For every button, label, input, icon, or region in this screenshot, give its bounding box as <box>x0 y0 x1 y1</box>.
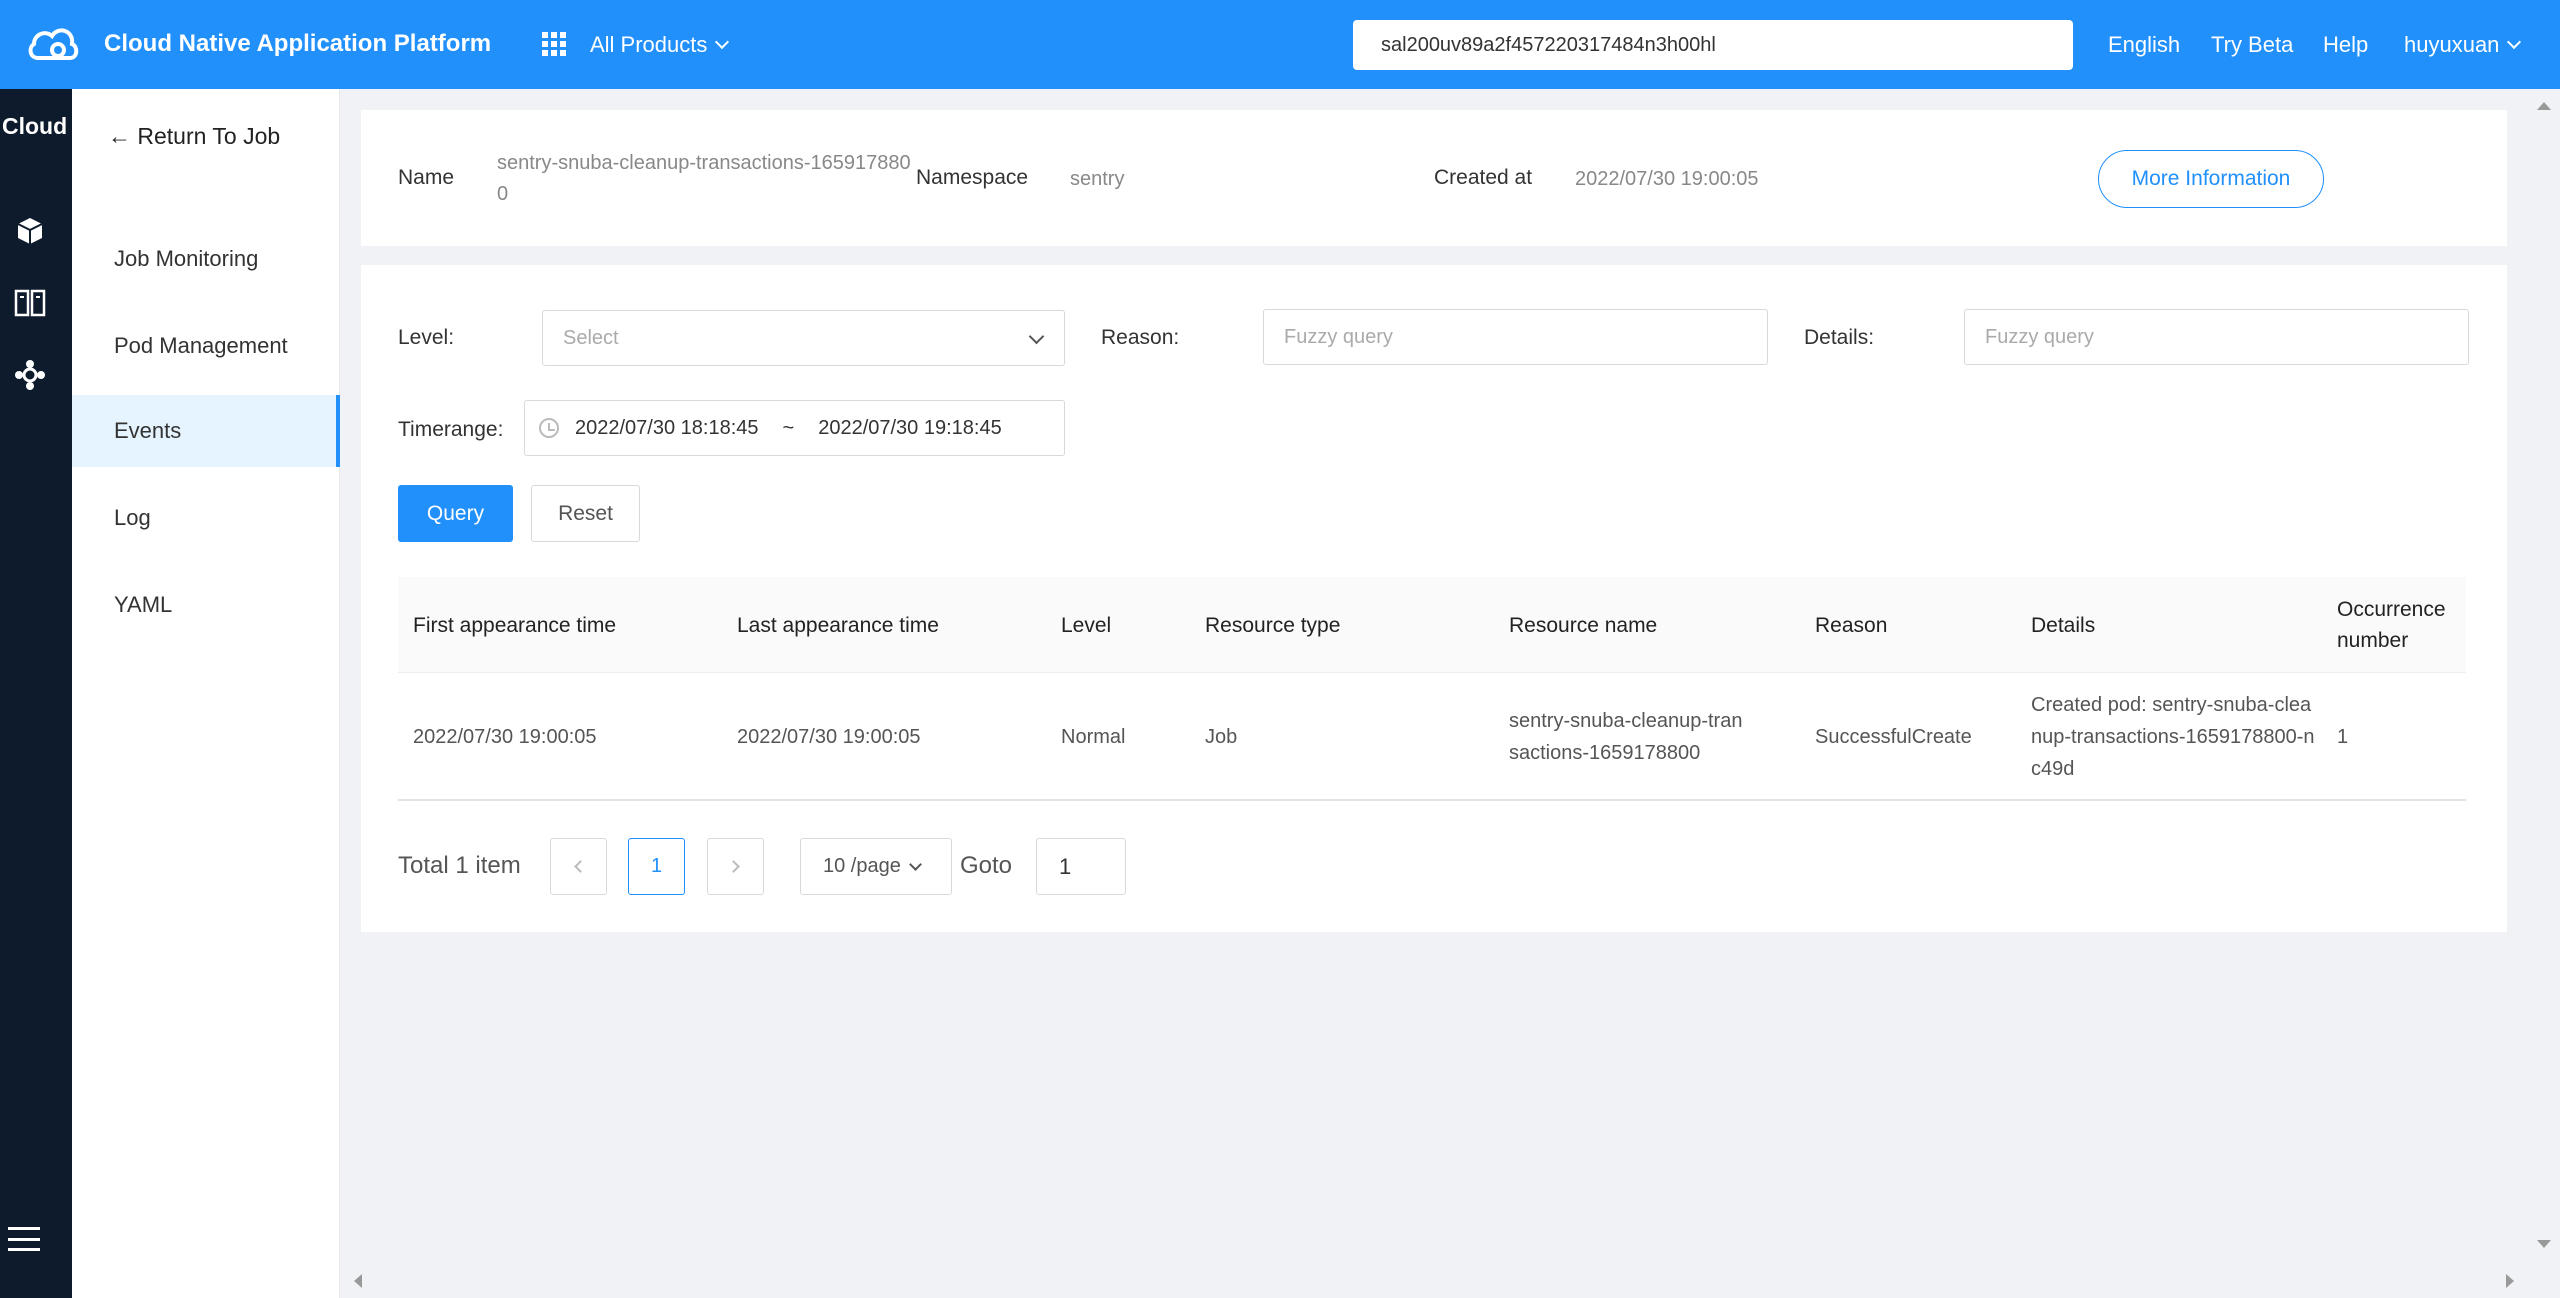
scroll-down-icon[interactable] <box>2537 1240 2551 1248</box>
search-input[interactable]: sal200uv89a2f457220317484n3h00hl <box>1353 20 2073 70</box>
namespace-value: sentry <box>1070 168 1125 190</box>
sidebar-item-job-monitoring[interactable]: Job Monitoring <box>72 223 340 295</box>
header-last-appearance: Last appearance time <box>737 613 939 637</box>
header-resource-type: Resource type <box>1205 613 1341 637</box>
query-button[interactable]: Query <box>398 485 513 542</box>
cloud-logo-icon[interactable] <box>24 22 80 66</box>
user-name: huyuxuan <box>2404 32 2500 57</box>
rail-title: Cloud <box>2 113 68 139</box>
language-link[interactable]: English <box>2108 32 2180 58</box>
header-resource-name: Resource name <box>1509 613 1658 637</box>
columns-icon[interactable] <box>14 287 46 319</box>
name-label: Name <box>398 166 455 189</box>
level-placeholder: Select <box>563 326 619 349</box>
cell-resource-name: sentry-snuba-cleanup-transactions-165917… <box>1509 710 1743 764</box>
time-start: 2022/07/30 18:18:45 <box>575 416 759 439</box>
cube-icon[interactable] <box>14 215 46 247</box>
clock-icon <box>539 418 559 438</box>
details-input[interactable]: Fuzzy query <box>1964 309 2469 365</box>
vertical-scrollbar[interactable] <box>2528 89 2560 1272</box>
page-size-select[interactable]: 10 /page <box>800 838 952 895</box>
timerange-picker[interactable]: 2022/07/30 18:18:45 ~ 2022/07/30 19:18:4… <box>524 400 1065 456</box>
page-button-1[interactable]: 1 <box>628 838 685 895</box>
events-table: First appearance time Last appearance ti… <box>398 577 2466 801</box>
chevron-right-icon <box>727 860 740 873</box>
table-row[interactable]: 2022/07/30 19:00:05 2022/07/30 19:00:05 … <box>398 673 2466 801</box>
scroll-up-icon[interactable] <box>2537 102 2551 110</box>
chevron-down-icon <box>2507 34 2522 50</box>
cell-resource-type: Job <box>1205 726 1238 748</box>
horizontal-scrollbar[interactable] <box>340 1266 2528 1298</box>
events-card: Level: Select Reason: Fuzzy query Detail… <box>361 265 2507 932</box>
left-rail: Cloud <box>0 89 72 1298</box>
time-end: 2022/07/30 19:18:45 <box>818 416 1002 439</box>
timerange-label: Timerange: <box>398 418 504 441</box>
sidebar-item-label: Job Monitoring <box>114 246 259 271</box>
return-to-job-link[interactable]: ← Return To Job <box>108 123 280 150</box>
created-at-value: 2022/07/30 19:00:05 <box>1575 168 1759 190</box>
goto-label: Goto <box>960 852 1013 879</box>
sidebar-item-yaml[interactable]: YAML <box>72 569 340 641</box>
cell-reason: SuccessfulCreate <box>1815 726 1972 748</box>
goto-input[interactable]: 1 <box>1036 838 1126 895</box>
all-products-label: All Products <box>590 32 708 57</box>
chevron-down-icon <box>1028 328 1045 345</box>
level-label: Level: <box>398 326 455 349</box>
header-occurrence: Occurrence number <box>2337 598 2446 652</box>
details-label: Details: <box>1804 326 1875 349</box>
reset-button[interactable]: Reset <box>531 485 640 542</box>
page-size-value: 10 /page <box>823 855 901 877</box>
menu-icon[interactable] <box>8 1227 40 1251</box>
header-level: Level <box>1061 613 1112 637</box>
table-header: First appearance time Last appearance ti… <box>398 577 2466 673</box>
header-details: Details <box>2031 613 2096 637</box>
user-menu[interactable]: huyuxuan <box>2404 32 2522 58</box>
network-icon[interactable] <box>14 359 46 391</box>
products-grid-icon[interactable] <box>542 32 566 56</box>
try-beta-link[interactable]: Try Beta <box>2211 32 2293 58</box>
top-bar: Cloud Native Application Platform All Pr… <box>0 0 2560 89</box>
level-select[interactable]: Select <box>542 310 1065 366</box>
scroll-right-icon[interactable] <box>2506 1274 2514 1288</box>
next-page-button[interactable] <box>707 838 764 895</box>
sidebar-item-pod-management[interactable]: Pod Management <box>72 310 340 382</box>
job-info-card: Name sentry-snuba-cleanup-transactions-1… <box>361 110 2507 246</box>
chevron-left-icon <box>574 860 587 873</box>
sidebar-item-events[interactable]: Events <box>72 395 340 467</box>
chevron-down-icon <box>715 34 730 50</box>
more-information-button[interactable]: More Information <box>2098 150 2324 208</box>
name-value: sentry-snuba-cleanup-transactions-165917… <box>497 152 911 205</box>
job-sidebar: ← Return To Job Job Monitoring Pod Manag… <box>72 89 340 1298</box>
cell-first-appearance: 2022/07/30 19:00:05 <box>413 726 597 748</box>
app-title[interactable]: Cloud Native Application Platform <box>104 30 491 58</box>
header-reason: Reason <box>1815 613 1888 637</box>
scroll-left-icon[interactable] <box>354 1274 362 1288</box>
reason-label: Reason: <box>1101 326 1180 349</box>
cell-last-appearance: 2022/07/30 19:00:05 <box>737 726 921 748</box>
all-products-menu[interactable]: All Products <box>590 32 730 58</box>
cell-details: Created pod: sentry-snuba-cleanup-transa… <box>2031 694 2315 780</box>
created-at-label: Created at <box>1434 166 1533 189</box>
sidebar-item-label: Log <box>114 505 151 530</box>
cell-occurrence: 1 <box>2337 726 2349 748</box>
chevron-down-icon <box>908 857 922 871</box>
sidebar-item-log[interactable]: Log <box>72 482 340 554</box>
prev-page-button[interactable] <box>550 838 607 895</box>
help-link[interactable]: Help <box>2323 32 2368 58</box>
cell-level: Normal <box>1061 726 1126 748</box>
sidebar-item-label: YAML <box>114 592 173 617</box>
reason-input[interactable]: Fuzzy query <box>1263 309 1768 365</box>
header-first-appearance: First appearance time <box>413 613 617 637</box>
sidebar-item-label: Events <box>114 418 182 443</box>
sidebar-item-label: Pod Management <box>114 333 288 358</box>
namespace-label: Namespace <box>916 166 1029 189</box>
time-separator: ~ <box>782 416 795 439</box>
pagination: Total 1 item 1 10 /page Goto 1 <box>398 837 1158 895</box>
total-count: Total 1 item <box>398 852 521 879</box>
